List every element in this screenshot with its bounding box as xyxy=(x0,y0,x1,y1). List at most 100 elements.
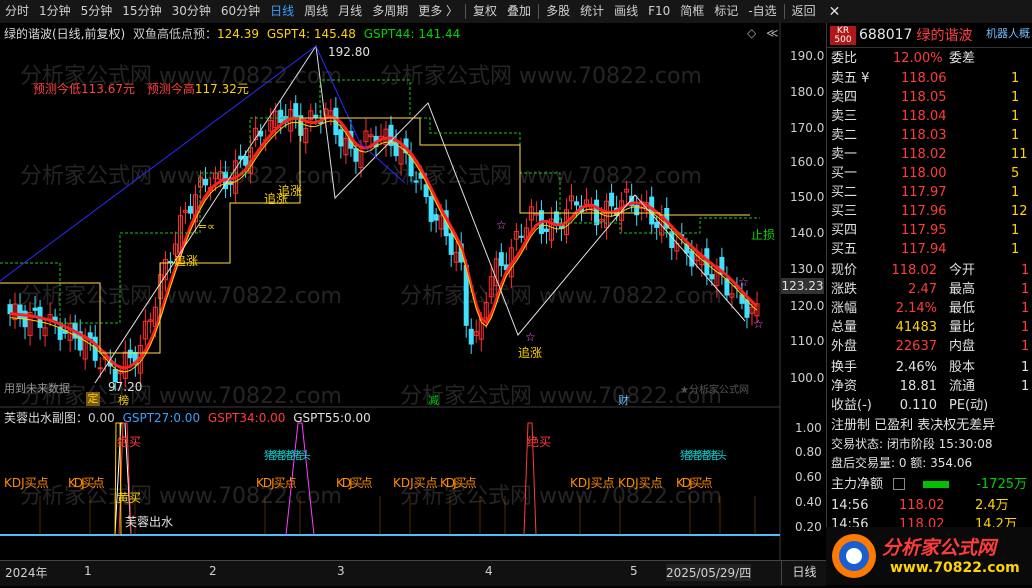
sub-tick: 1.00 xyxy=(795,421,822,435)
afterhours-row: 盘后交易量: 0 额: 354.06 xyxy=(829,454,1032,473)
toolbar-item[interactable]: 60分钟 xyxy=(216,0,265,23)
indicator-value: 124.39 xyxy=(217,27,260,41)
close-icon[interactable]: ✕ xyxy=(821,4,849,20)
ask-row: 卖五 ¥ 118.06 1 xyxy=(829,69,1032,88)
ask-price[interactable]: 118.05 xyxy=(901,88,947,107)
toolbar-item[interactable]: 返回 xyxy=(787,0,821,23)
stop-loss-label: 止损 xyxy=(751,228,776,242)
stat2-value: 2.46% xyxy=(895,360,937,375)
x-label-date: 2025/05/29/四 xyxy=(666,564,752,581)
ask-price[interactable]: 118.02 xyxy=(901,145,947,164)
stat-label-2: 最低 xyxy=(949,301,976,316)
toolbar-item[interactable]: 5分钟 xyxy=(76,0,118,23)
bid-volume: 1 xyxy=(1011,242,1020,257)
candle-body xyxy=(518,235,524,238)
stat-label: 总量 xyxy=(831,320,858,335)
concept-tag[interactable]: 机器人概 xyxy=(986,25,1030,41)
stat-value-2: 1 xyxy=(1021,301,1030,316)
flow-row: 主力净额 -1725万 xyxy=(829,475,1032,494)
sub-v1: 0.00 xyxy=(88,411,115,425)
ask-price[interactable]: 118.03 xyxy=(901,126,947,145)
stat-value-2: 1 xyxy=(1021,339,1030,354)
stat2-label: 净资 xyxy=(831,379,858,394)
toolbar-item[interactable]: 日线 xyxy=(265,0,299,23)
stat-label-2: 今开 xyxy=(949,263,976,278)
candle-body xyxy=(423,184,429,198)
watermark-text: 分析家公式网 www.70822.com xyxy=(380,64,702,89)
bid-row: 买一 118.00 5 xyxy=(829,164,1032,183)
ask-volume: 1 xyxy=(1011,90,1020,105)
mark-ding: 定 xyxy=(86,392,100,406)
gspt44-value: 141.44 xyxy=(418,27,461,41)
chase-label-4: 追涨 xyxy=(518,346,543,360)
kdj-buy-5: KDJ买点 xyxy=(393,476,438,490)
candle-body xyxy=(574,201,580,206)
pig-label-2: 猪猪猪猪头 xyxy=(680,449,727,462)
gspt27-label: GSPT27: xyxy=(122,411,174,425)
ask-row: 卖四 118.05 1 xyxy=(829,88,1032,107)
toolbar-item[interactable]: 多股 xyxy=(541,0,575,23)
candle-body xyxy=(543,228,549,232)
list-icon[interactable] xyxy=(893,478,905,490)
diamond-icon[interactable]: ◇ xyxy=(747,26,756,40)
ask-price[interactable]: 118.06 xyxy=(901,69,947,88)
toolbar-item[interactable]: 15分钟 xyxy=(117,0,166,23)
chase-label-3: 追涨 xyxy=(278,184,303,198)
stat2-row: 净资 18.81 流通 1 xyxy=(829,377,1032,396)
gspt4-label: GSPT4: xyxy=(266,27,311,41)
toolbar-item[interactable]: 分时 xyxy=(0,0,34,23)
toolbar-item[interactable]: F10 xyxy=(643,0,675,23)
stock-name[interactable]: 绿的谐波 xyxy=(916,25,972,45)
ask-volume: 1 xyxy=(1011,109,1020,124)
bid-row: 买四 117.95 1 xyxy=(829,221,1032,240)
weibi-label: 委比 xyxy=(831,51,858,66)
stat-value: 22637 xyxy=(895,339,937,354)
weibi-row: 委比 12.00% 委差 xyxy=(829,49,1032,68)
bid-price[interactable]: 118.00 xyxy=(901,164,947,183)
toolbar-item[interactable]: 更多 〉 xyxy=(413,0,463,23)
toolbar-item[interactable]: 标记 xyxy=(709,0,743,23)
toolbar-item[interactable]: 叠加 xyxy=(502,0,536,23)
nav-arrow-icon[interactable]: ≪ xyxy=(766,26,779,40)
kdj-buy-8: KDJ买点 xyxy=(618,476,663,490)
toolbar-item[interactable]: 统计 xyxy=(575,0,609,23)
toolbar-item[interactable]: 30分钟 xyxy=(167,0,216,23)
stat2-row: 收益(-) 0.110 PE(动) xyxy=(829,396,1032,415)
toolbar-item[interactable]: 复权 xyxy=(468,0,502,23)
ask-row: 卖三 118.04 1 xyxy=(829,107,1032,126)
sub-tick: 0.80 xyxy=(795,445,822,459)
ask-row: 卖一 118.02 11 xyxy=(829,145,1032,164)
x-label-m2: 2 xyxy=(209,564,217,578)
period-tab[interactable]: 日线 xyxy=(781,560,827,585)
toolbar-item[interactable]: 周线 xyxy=(299,0,333,23)
bid-label: 买四 xyxy=(831,223,858,238)
bid-price[interactable]: 117.94 xyxy=(901,240,947,259)
x-label-m3: 3 xyxy=(337,564,345,578)
bid-row: 买三 117.96 12 xyxy=(829,202,1032,221)
bid-price[interactable]: 117.97 xyxy=(901,183,947,202)
stat2-label-2: PE(动) xyxy=(949,398,989,413)
candle-body xyxy=(313,114,319,119)
tick-price: 118.02 xyxy=(899,498,945,513)
current-price-tag: 123.23 xyxy=(781,278,824,294)
toolbar-item[interactable]: -自选 xyxy=(743,0,781,23)
stat-row: 涨跌 2.47 最高 1 xyxy=(829,280,1032,299)
star-icon: ☆ xyxy=(738,275,749,289)
stock-code: 688017 xyxy=(859,27,913,43)
gspt34-label: GSPT34: xyxy=(207,411,259,425)
toolbar-item[interactable]: 简框 xyxy=(675,0,709,23)
gspt4-value: 145.48 xyxy=(313,27,356,41)
kdj-buy-6: KDJ买点 xyxy=(440,476,477,490)
bid-price[interactable]: 117.96 xyxy=(901,202,947,221)
indicator-name: 双鱼高低点预： xyxy=(133,27,218,41)
bid-price[interactable]: 117.95 xyxy=(901,221,947,240)
candle-body xyxy=(97,367,103,370)
chase-label-1: 追涨 xyxy=(174,254,199,268)
ask-price[interactable]: 118.04 xyxy=(901,107,947,126)
tick-row: 14:56 118.02 2.4万 xyxy=(829,496,1032,515)
toolbar-item[interactable]: 画线 xyxy=(609,0,643,23)
toolbar-item[interactable]: 1分钟 xyxy=(34,0,76,23)
toolbar-item[interactable]: 多周期 xyxy=(367,0,413,23)
stat2-value-2: 1 xyxy=(1021,379,1030,394)
toolbar-item[interactable]: 月线 xyxy=(333,0,367,23)
